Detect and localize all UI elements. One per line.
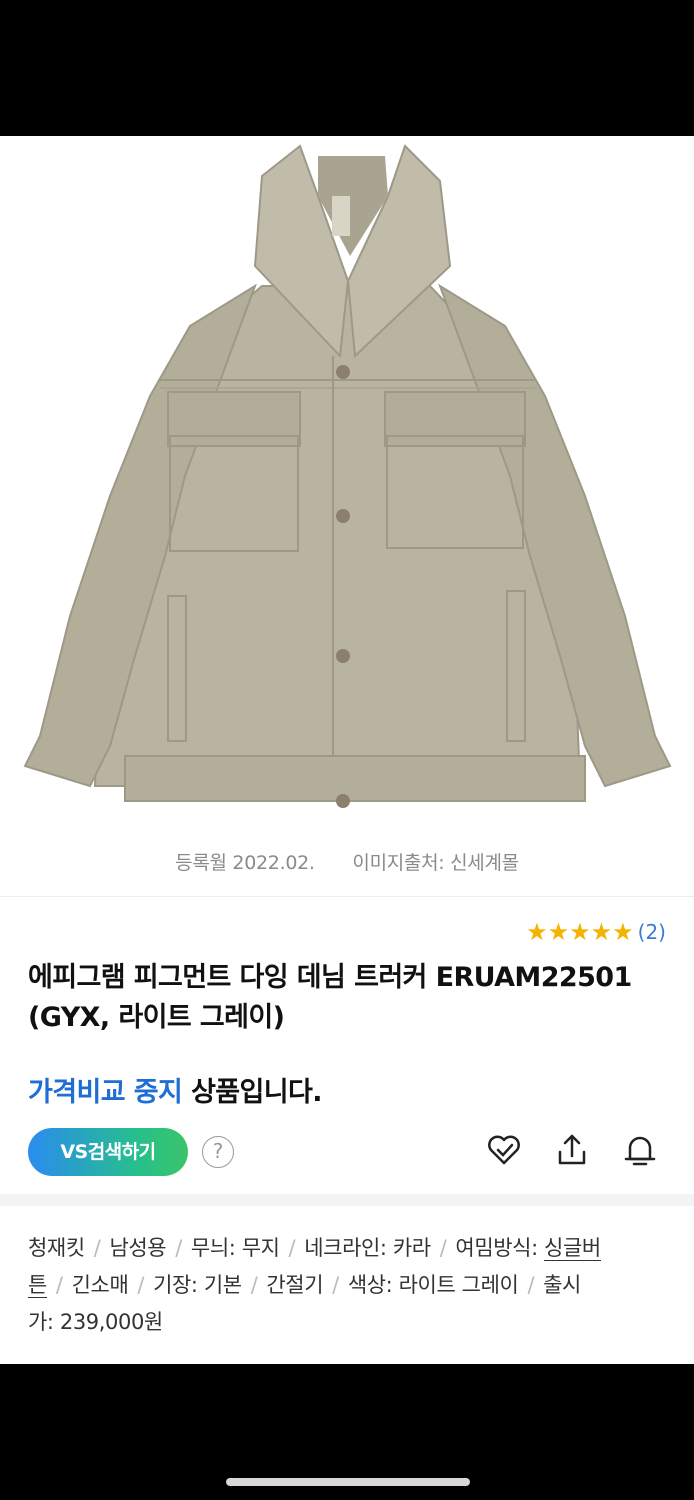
registered-date: 등록월 2022.02.: [175, 852, 315, 874]
star-icon: ★: [612, 918, 634, 946]
spec-item: 네크라인: 카라: [304, 1236, 431, 1260]
spec-item: 긴소매: [71, 1273, 129, 1297]
spec-item: 무늬: 무지: [190, 1236, 280, 1260]
section-gap: [0, 1194, 694, 1206]
heart-icon[interactable]: [484, 1130, 524, 1170]
spec-item: 청재킷: [28, 1236, 85, 1260]
jacket-illustration: [23, 144, 672, 808]
review-count[interactable]: (2): [638, 920, 666, 944]
spec-item: 기장: 기본: [153, 1273, 242, 1297]
compare-rest: 상품입니다.: [191, 1077, 322, 1108]
image-source: 이미지출처: 신세계몰: [352, 852, 519, 874]
share-icon[interactable]: [552, 1130, 592, 1170]
product-image[interactable]: [0, 136, 694, 836]
compare-highlight: 가격비교 중지: [28, 1077, 183, 1108]
product-screen: 등록월 2022.02. 이미지출처: 신세계몰 ★ ★ ★ ★ ★ (2) 에…: [0, 136, 694, 1364]
spec-closure-label: 여밈방식:: [455, 1236, 545, 1260]
spec-release: 출시: [543, 1273, 581, 1297]
star-icon: ★: [590, 918, 613, 946]
vs-search-button[interactable]: VS검색하기: [28, 1128, 188, 1176]
spec-item: 색상: 라이트 그레이: [347, 1273, 519, 1297]
star-icon: ★: [569, 918, 591, 946]
spec-item: 남성용: [109, 1236, 167, 1260]
rating[interactable]: ★ ★ ★ ★ ★ (2): [526, 920, 666, 944]
home-indicator[interactable]: [226, 1478, 470, 1486]
spec-list: 청재킷 / 남성용 / 무늬: 무지 / 네크라인: 카라 / 여밈방식: 싱글버 튼 / 긴소매 / 기…: [28, 1236, 601, 1334]
divider: [0, 896, 694, 897]
help-icon[interactable]: ?: [202, 1136, 234, 1168]
meta-line: 등록월 2022.02. 이미지출처: 신세계몰: [0, 848, 694, 875]
spec-item: 간절기: [266, 1273, 324, 1297]
compare-status: 가격비교 중지 상품입니다.: [28, 1070, 323, 1109]
spec-closure-link[interactable]: 싱글버: [544, 1236, 601, 1261]
star-icon: ★: [547, 918, 570, 946]
spec-release-cont: 가: 239,000원: [28, 1310, 163, 1334]
spec-closure-link-cont[interactable]: 튼: [28, 1273, 47, 1298]
bell-icon[interactable]: [620, 1130, 660, 1170]
star-icon: ★: [526, 918, 548, 946]
product-title: 에피그램 피그먼트 다잉 데님 트러커 ERUAM22501 (GYX, 라이트…: [28, 962, 632, 1033]
